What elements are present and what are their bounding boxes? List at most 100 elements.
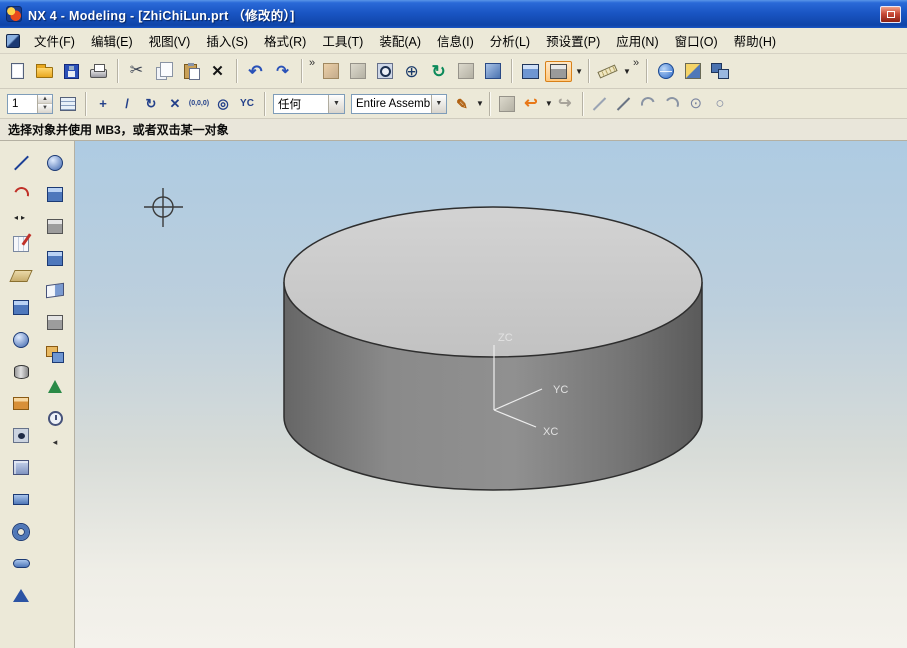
toolbar-collapse-arrow[interactable]: ◂ xyxy=(53,437,58,449)
menu-assemblies[interactable]: 装配(A) xyxy=(371,28,429,53)
snap-origin-point-button[interactable]: (0,0,0) xyxy=(187,92,211,116)
undo-button[interactable]: ↶ xyxy=(242,58,269,85)
display-mode-button[interactable] xyxy=(545,61,572,82)
toolbar-overflow-chevron[interactable]: » xyxy=(309,57,315,69)
shaded-ball-button[interactable] xyxy=(42,149,69,176)
menu-file[interactable]: 文件(F) xyxy=(26,28,83,53)
spin-up-icon[interactable]: ▲ xyxy=(38,95,52,104)
back-button[interactable]: ↩ xyxy=(519,92,543,116)
menu-application[interactable]: 应用(N) xyxy=(608,28,666,53)
snap-intersection-button[interactable]: ✕ xyxy=(163,92,187,116)
cut-button[interactable]: ✂ xyxy=(123,58,150,85)
lock-button xyxy=(495,92,519,116)
book-button[interactable] xyxy=(42,277,69,304)
measure-dropdown[interactable]: ▼ xyxy=(623,67,631,76)
cylinder-top-face[interactable] xyxy=(284,207,702,357)
menu-analysis[interactable]: 分析(L) xyxy=(482,28,538,53)
curve-line-button[interactable] xyxy=(588,92,612,116)
print-button[interactable] xyxy=(85,58,112,85)
curve-arc-2-button[interactable] xyxy=(660,92,684,116)
circle-button[interactable]: ○ xyxy=(708,92,732,116)
delete-button[interactable]: ✕ xyxy=(204,58,231,85)
menu-format[interactable]: 格式(R) xyxy=(256,28,314,53)
measure-distance-button[interactable] xyxy=(594,58,621,85)
dropdown-arrow-icon[interactable]: ▼ xyxy=(431,95,446,113)
snap-arc-center-button[interactable]: ◎ xyxy=(211,92,235,116)
graphics-window[interactable]: ZC YC XC xyxy=(75,141,907,648)
snap-wcs-button[interactable]: YC xyxy=(235,92,259,116)
sketch-button[interactable] xyxy=(8,230,35,257)
repeat-command-button[interactable]: ↷ xyxy=(269,58,296,85)
toolbar-overflow-chevron[interactable]: » xyxy=(633,57,639,69)
toolbar-scroll-arrows[interactable]: ◂▸ xyxy=(14,213,28,225)
zoom-in-out-button[interactable]: ⊕ xyxy=(398,58,425,85)
menu-tools[interactable]: 工具(T) xyxy=(314,28,371,53)
model-scene[interactable]: ZC YC XC xyxy=(75,141,907,648)
zoom-view-button[interactable] xyxy=(371,58,398,85)
layer-settings-button[interactable] xyxy=(56,92,80,116)
save-button[interactable] xyxy=(58,58,85,85)
web-browser-button[interactable] xyxy=(652,58,679,85)
block-button[interactable] xyxy=(8,294,35,321)
cube-button[interactable] xyxy=(42,309,69,336)
pocket-button[interactable] xyxy=(8,454,35,481)
dropdown-arrow-icon[interactable]: ▼ xyxy=(328,95,344,113)
customize-button[interactable] xyxy=(679,58,706,85)
new-file-icon xyxy=(11,63,24,79)
snap-rotate-point-button[interactable]: ↻ xyxy=(139,92,163,116)
menu-window[interactable]: 窗口(O) xyxy=(667,28,726,53)
curve-arc-button[interactable] xyxy=(636,92,660,116)
clock-button[interactable] xyxy=(42,405,69,432)
refresh-view-button[interactable]: ↻ xyxy=(425,58,452,85)
snap-wcs-icon: YC xyxy=(240,99,254,109)
zoom-box-icon xyxy=(323,63,339,79)
groove-button[interactable] xyxy=(8,518,35,545)
stacked-boxes-icon xyxy=(46,346,64,363)
layer-spin-buttons[interactable]: ▲▼ xyxy=(37,95,52,113)
new-button[interactable] xyxy=(4,58,31,85)
pad-button[interactable] xyxy=(8,486,35,513)
snap-point-button[interactable]: + xyxy=(91,92,115,116)
selection-filter-dropdown[interactable]: 任何 ▼ xyxy=(273,94,345,114)
assemblies-button[interactable] xyxy=(706,58,733,85)
selection-scope-dropdown[interactable]: Entire Assemb ▼ xyxy=(351,94,447,114)
paste-button[interactable] xyxy=(177,58,204,85)
curve-arc-button[interactable] xyxy=(8,181,35,208)
gray-cube-button[interactable] xyxy=(42,213,69,240)
close-glyph xyxy=(887,11,895,18)
highlight-button[interactable]: ✎ xyxy=(450,92,474,116)
circle-center-button[interactable]: ⊙ xyxy=(684,92,708,116)
hole-button[interactable] xyxy=(8,422,35,449)
curve-line-2-button[interactable] xyxy=(612,92,636,116)
stacked-boxes-button[interactable] xyxy=(42,341,69,368)
open-button[interactable] xyxy=(31,58,58,85)
spin-down-icon[interactable]: ▼ xyxy=(38,103,52,113)
curve-line-button[interactable] xyxy=(8,149,35,176)
cone-button[interactable] xyxy=(42,373,69,400)
work-layer-spinner[interactable]: 1 ▲▼ xyxy=(7,94,53,114)
menu-information[interactable]: 信息(I) xyxy=(429,28,482,53)
copy-button[interactable] xyxy=(150,58,177,85)
menu-insert[interactable]: 插入(S) xyxy=(198,28,256,53)
back-dropdown[interactable]: ▼ xyxy=(545,99,553,108)
sphere-button[interactable] xyxy=(8,326,35,353)
highlight-dropdown[interactable]: ▼ xyxy=(476,99,484,108)
cylinder-button[interactable] xyxy=(8,358,35,385)
display-mode-dropdown[interactable]: ▼ xyxy=(575,67,583,76)
slot-button[interactable] xyxy=(8,550,35,577)
menu-help[interactable]: 帮助(H) xyxy=(726,28,784,53)
draft-button[interactable] xyxy=(8,582,35,609)
shaded-view-button[interactable] xyxy=(517,58,544,85)
zoom-icon xyxy=(377,63,393,79)
boss-button[interactable] xyxy=(8,390,35,417)
datum-plane-button[interactable] xyxy=(8,262,35,289)
close-button[interactable] xyxy=(880,6,901,23)
menu-view[interactable]: 视图(V) xyxy=(141,28,199,53)
snap-end-point-button[interactable]: / xyxy=(115,92,139,116)
menu-edit[interactable]: 编辑(E) xyxy=(83,28,141,53)
perspective-icon xyxy=(485,63,501,79)
menu-preferences[interactable]: 预设置(P) xyxy=(538,28,608,53)
orient-view-button[interactable] xyxy=(42,181,69,208)
block-2-button[interactable] xyxy=(42,245,69,272)
perspective-button[interactable] xyxy=(479,58,506,85)
